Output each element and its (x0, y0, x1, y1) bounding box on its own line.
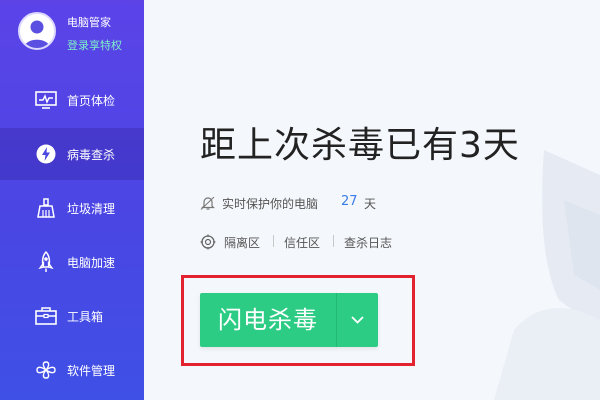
main-panel: 距上次杀毒已有3天 实时保护你的电脑 27 天 隔离区 信任区 查杀日志 闪电杀… (144, 0, 600, 400)
trust-zone-link[interactable]: 信任区 (284, 234, 320, 251)
sidebar-item-label: 垃圾清理 (67, 202, 116, 216)
sidebar-item-junk-cleanup[interactable]: 垃圾清理 (0, 182, 144, 234)
link-divider (333, 235, 334, 247)
user-avatar-icon (24, 20, 50, 48)
sidebar-item-label: 病毒查杀 (67, 148, 116, 162)
sidebar-item-label: 工具箱 (67, 310, 104, 324)
scan-options-dropdown[interactable] (337, 293, 378, 347)
bell-icon (200, 196, 215, 210)
sidebar-item-speed-up[interactable]: 电脑加速 (0, 236, 144, 288)
protection-days-unit: 天 (364, 197, 377, 211)
scan-log-link[interactable]: 查杀日志 (344, 234, 392, 251)
link-divider (273, 235, 274, 247)
chevron-down-icon (351, 316, 364, 324)
quick-scan-button[interactable]: 闪电杀毒 (200, 293, 378, 347)
sidebar-item-label: 首页体检 (67, 94, 116, 108)
rocket-icon (38, 251, 54, 272)
lightning-shield-icon (36, 144, 56, 164)
sidebar-item-label: 电脑加速 (67, 256, 116, 270)
profile-section: 电脑管家 登录享特权 (0, 0, 144, 72)
sidebar-item-label: 软件管理 (67, 364, 116, 378)
profile-name: 电脑管家 (67, 16, 111, 29)
login-link[interactable]: 登录享特权 (67, 37, 122, 53)
sidebar: 电脑管家 登录享特权 首页体检 病毒查杀 垃圾清理 电脑加速 工具箱 软件管理 (0, 0, 144, 400)
protection-days: 27 (341, 194, 358, 209)
software-icon (36, 361, 56, 379)
broom-icon (37, 198, 55, 218)
crosshair-icon (200, 234, 216, 250)
monitor-icon (35, 91, 57, 109)
sidebar-item-virus-scan[interactable]: 病毒查杀 (0, 128, 144, 180)
last-scan-headline: 距上次杀毒已有3天 (200, 125, 520, 166)
quick-scan-label: 闪电杀毒 (218, 306, 318, 334)
sidebar-item-home-checkup[interactable]: 首页体检 (0, 74, 144, 126)
quarantine-link[interactable]: 隔离区 (224, 234, 260, 251)
protection-text: 实时保护你的电脑 (222, 197, 319, 211)
avatar[interactable] (18, 12, 56, 50)
toolbox-icon (35, 307, 57, 325)
sidebar-item-software-management[interactable]: 软件管理 (0, 344, 144, 396)
sidebar-item-toolbox[interactable]: 工具箱 (0, 290, 144, 342)
